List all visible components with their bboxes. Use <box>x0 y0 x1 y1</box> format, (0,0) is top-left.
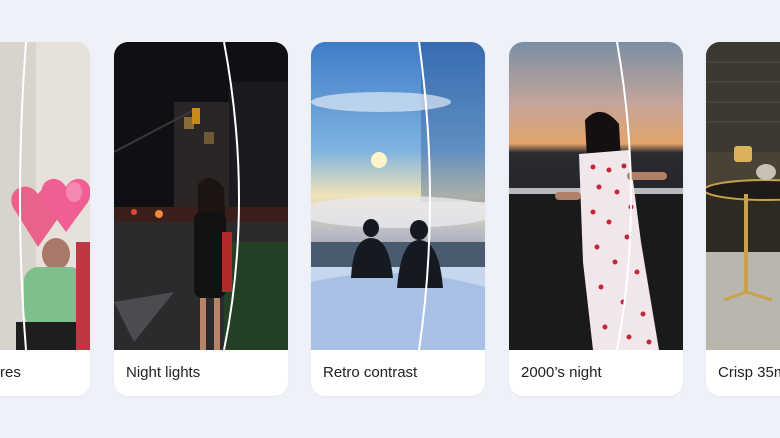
filter-style-carousel: res Night lights Retro contrast 2000’s n… <box>0 0 780 438</box>
style-preview-photo <box>311 42 485 350</box>
style-preview-photo <box>509 42 683 350</box>
style-card-pastel[interactable]: res <box>0 42 90 396</box>
style-card-retro-contrast[interactable]: Retro contrast <box>311 42 485 396</box>
style-card-2000s-night[interactable]: 2000’s night <box>509 42 683 396</box>
style-card-label: 2000’s night <box>521 364 602 381</box>
style-preview-photo <box>114 42 288 350</box>
style-preview-photo <box>0 42 90 350</box>
style-card-label: Night lights <box>126 364 201 381</box>
style-card-label: Retro contrast <box>323 364 418 381</box>
style-card-night-lights[interactable]: Night lights <box>114 42 288 396</box>
style-card-label: Crisp 35m <box>718 364 780 381</box>
style-card-crisp[interactable]: Crisp 35m <box>706 42 780 396</box>
style-preview-photo <box>706 42 780 350</box>
style-card-label: res <box>0 364 21 381</box>
